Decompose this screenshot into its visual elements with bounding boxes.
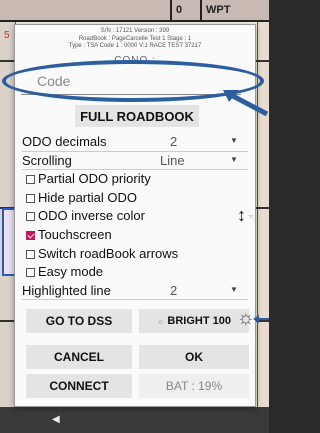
checkbox-icon[interactable] [26,249,35,259]
scrolling-select[interactable]: Scrolling Line ▼ [22,152,252,171]
highlighted-line-value: 2 [170,282,178,298]
checkbox-odo-inverse-color[interactable]: ODO inverse color [22,207,252,226]
checkbox-icon[interactable] [26,268,35,278]
checkbox-icon[interactable] [26,212,35,222]
background-cell-0: 0 [170,0,186,22]
odo-decimals-select[interactable]: ODO decimals 2 ▼ [22,133,252,152]
device-info: S/N : 17121 Version : 399 RoadBook : Pag… [15,25,255,51]
scrolling-value: Line [160,152,185,168]
full-roadbook-button[interactable]: FULL ROADBOOK [75,105,199,127]
system-nav-bar: ◀ [0,407,269,433]
select-underline [22,299,248,301]
device-info-line: S/N : 17121 Version : 399 [100,28,170,34]
scroll-updown-icon: ↕ [237,205,246,225]
checkbox-easy-mode[interactable]: Easy mode [22,263,252,282]
checkbox-icon[interactable] [26,175,35,185]
code-field [21,69,241,95]
scrolling-label: Scrolling [22,152,72,168]
dropdown-caret-icon: ▼ [230,154,238,164]
checkbox-checked-icon[interactable] [26,230,35,240]
checkbox-touchscreen[interactable]: Touchscreen [22,226,252,245]
checkbox-label: Partial ODO priority [38,171,151,187]
checkbox-hide-partial-odo[interactable]: Hide partial ODO [22,189,252,208]
device-info-line: Type : TSA Code 1 : 0000 V:1 RACE TEST 3… [68,43,202,49]
code-label: CONO : [114,55,156,66]
device-info-line: RoadBook : PageCarcelle Test 1 Stage : 1 [78,35,192,42]
battery-status: BAT : 19% [139,374,249,398]
checkbox-label: ODO inverse color [38,208,145,224]
hand-cursor-icon: ☜ [248,214,255,221]
cancel-button[interactable]: CANCEL [26,345,132,369]
highlighted-line-select[interactable]: Highlighted line 2 ▼ [22,282,252,301]
odo-decimals-label: ODO decimals [22,134,107,149]
checkbox-label: Touchscreen [38,226,112,242]
ok-button[interactable]: OK [139,345,249,369]
background-left-marker: 5 [4,30,10,41]
brightness-label: BRIGHT 100 [167,315,231,327]
dropdown-caret-icon: ▼ [230,136,238,145]
checkbox-label: Switch roadBook arrows [38,245,179,261]
dropdown-caret-icon: ▼ [230,284,238,294]
back-icon[interactable]: ◀ [52,414,60,425]
code-input[interactable] [21,69,241,93]
checkbox-label: Hide partial ODO [38,189,137,205]
background-cell-wpt: WPT [200,0,269,22]
settings-list: ODO decimals 2 ▼ Scrolling Line ▼ Partia… [22,133,252,301]
background-top-bar: 0 WPT [0,0,269,22]
checkbox-label: Easy mode [38,264,104,280]
checkbox-partial-odo-priority[interactable]: Partial ODO priority [22,170,252,189]
checkbox-switch-roadbook-arrows[interactable]: Switch roadBook arrows [22,245,252,264]
background-right-column [257,22,269,407]
connect-button[interactable]: CONNECT [26,374,132,398]
sun-large-icon: ☼ [236,307,255,329]
go-to-dss-button[interactable]: GO TO DSS [26,309,132,333]
highlighted-line-label: Highlighted line [22,282,111,298]
brightness-button[interactable]: ☼ BRIGHT 100 ☼ [139,307,255,333]
checkbox-icon[interactable] [26,193,35,203]
sun-small-icon: ☼ [157,317,165,326]
settings-dialog: S/N : 17121 Version : 399 RoadBook : Pag… [14,24,256,407]
odo-decimals-value: 2 [170,134,178,149]
